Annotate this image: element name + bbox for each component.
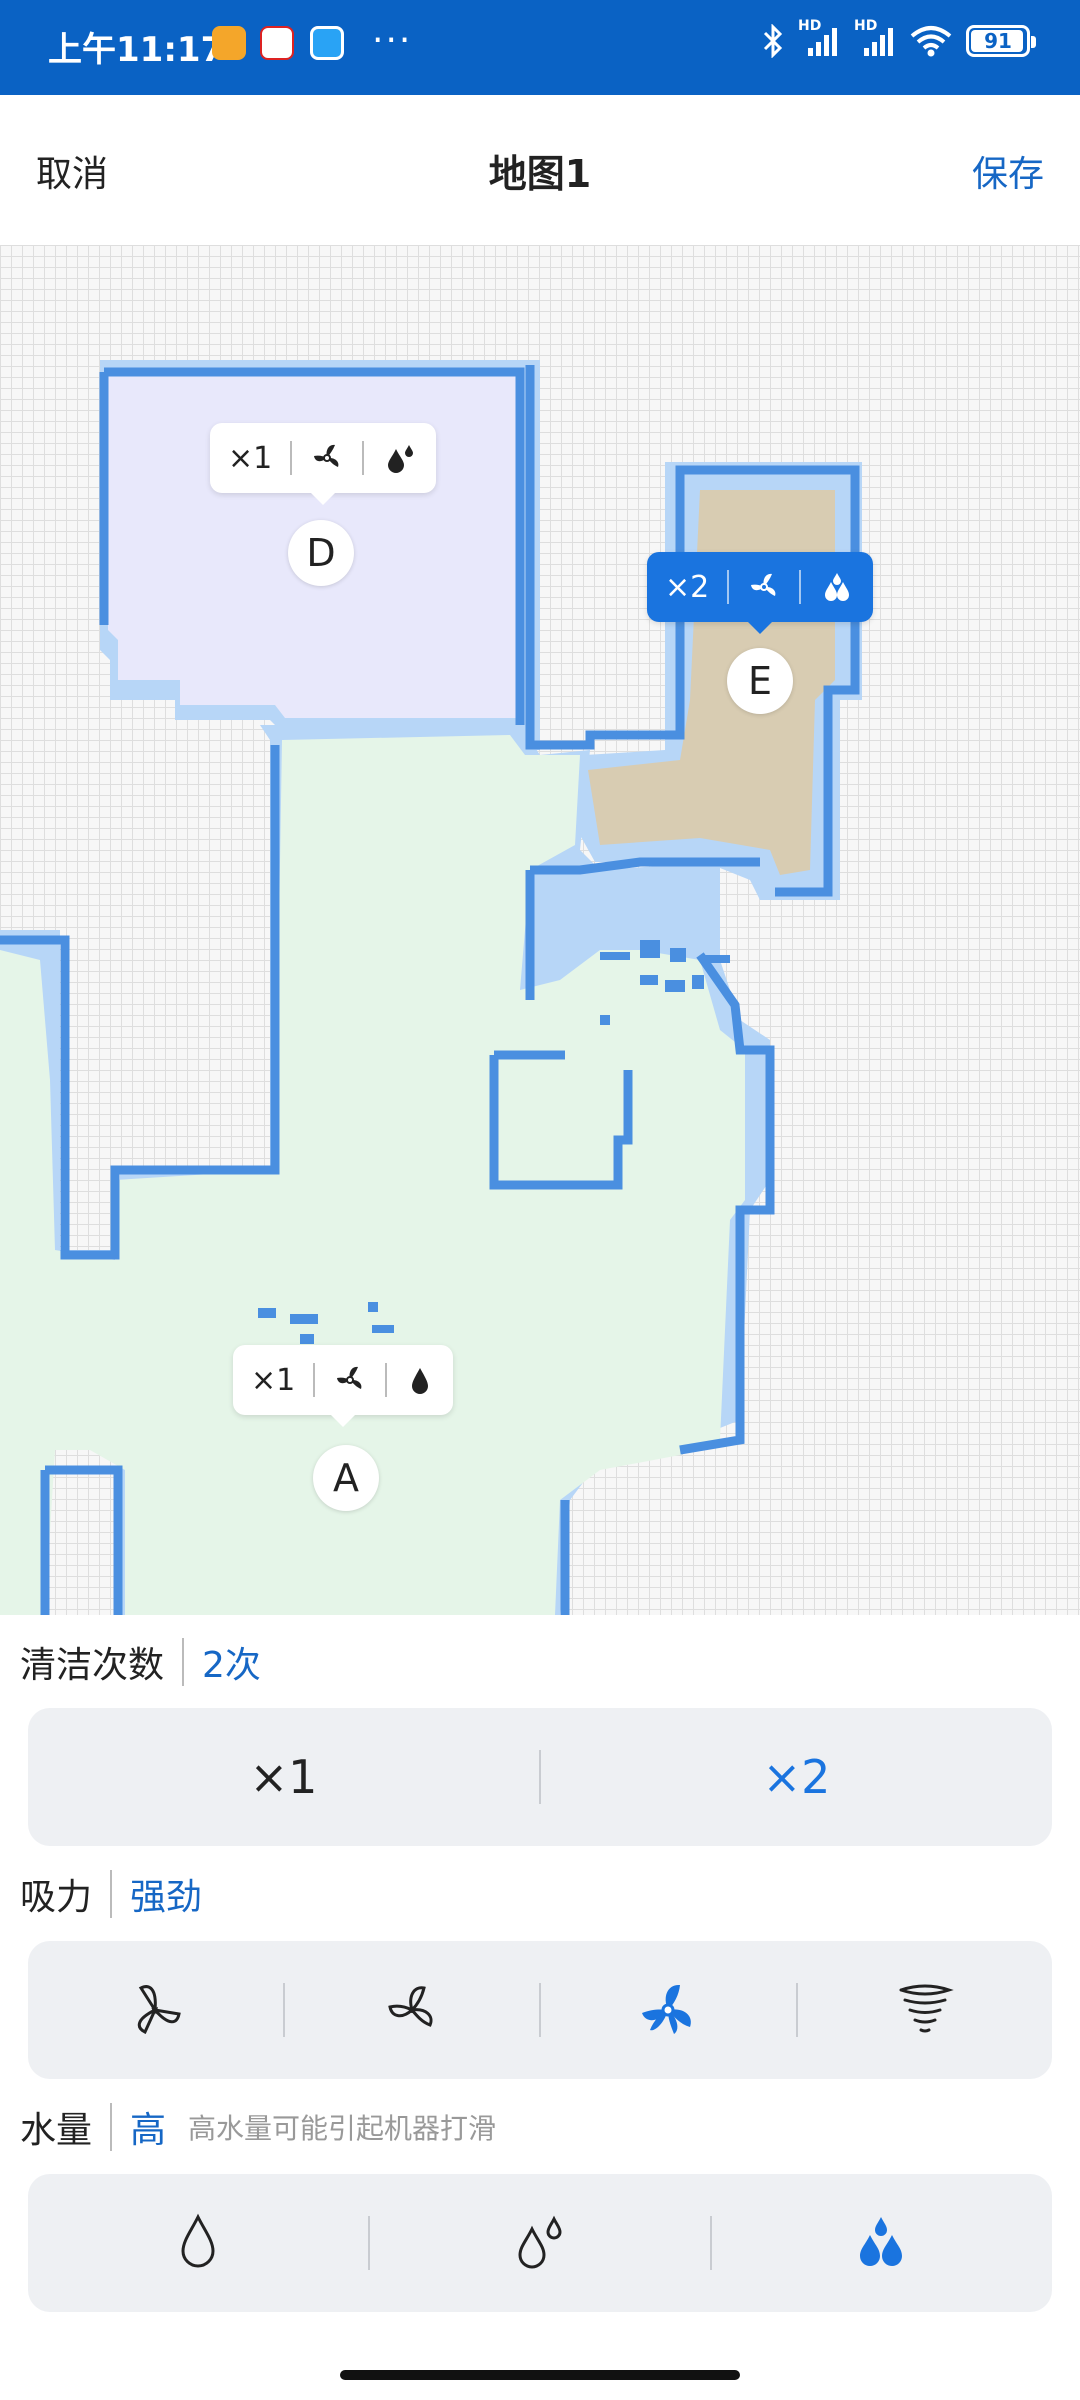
room-a-label[interactable]: A [313, 1445, 379, 1511]
room-e-times: ×2 [665, 569, 710, 605]
water-drop-low-icon [181, 2213, 215, 2268]
clean-times-value: 2次 [202, 1645, 261, 1686]
fan-icon [729, 552, 799, 622]
suction-option-max[interactable] [798, 1941, 1053, 2079]
water-label: 水量 [20, 2110, 93, 2151]
clean-times-selector: ×1 ×2 [28, 1708, 1052, 1846]
clean-times-label: 清洁次数 [20, 1645, 165, 1686]
notes-app-icon [212, 26, 246, 60]
suction-option-strong[interactable] [541, 1941, 796, 2079]
clean-times-option-1[interactable]: ×1 [28, 1708, 539, 1846]
page-title: 地图1 [488, 152, 592, 196]
battery-level: 91 [984, 29, 1012, 53]
room-e-settings-badge[interactable]: ×2 [647, 552, 874, 634]
water-drop-medium-icon [364, 423, 436, 493]
water-option-low[interactable] [28, 2174, 368, 2312]
max-tornado-icon [899, 1984, 954, 2033]
room-a-settings-badge[interactable]: ×1 [233, 1345, 454, 1427]
save-button[interactable]: 保存 [972, 145, 1044, 197]
strong-fan-icon [642, 1984, 692, 2034]
bluetooth-icon [763, 24, 783, 58]
suction-label: 吸力 [20, 1877, 93, 1918]
clean-times-header: 清洁次数 2次 [20, 1632, 261, 1692]
water-option-high[interactable] [712, 2174, 1052, 2312]
status-time: 上午11:17 [48, 30, 225, 70]
fan-icon [292, 423, 362, 493]
message-app-icon [310, 26, 344, 60]
signal-icon-1: HD [798, 18, 840, 58]
top-bar: 取消 地图1 保存 [0, 95, 1080, 245]
water-drop-medium-icon [518, 2215, 562, 2269]
fan-icon [315, 1345, 385, 1415]
water-value: 高 [130, 2110, 167, 2151]
room-a-times: ×1 [251, 1362, 296, 1398]
quiet-fan-icon [138, 1985, 182, 2035]
map-floorplan [0, 360, 862, 1615]
status-bar: 上午11:17 ··· HD HD 91 [0, 0, 1080, 95]
suction-header: 吸力 强劲 [20, 1864, 202, 1924]
suction-option-standard[interactable] [285, 1941, 540, 2079]
water-drop-high-icon [860, 2217, 902, 2266]
water-drop-high-icon [801, 552, 873, 622]
water-option-medium[interactable] [370, 2174, 710, 2312]
signal-icon-2: HD [854, 18, 896, 58]
room-d-settings-badge[interactable]: ×1 [210, 423, 437, 505]
map-canvas[interactable]: ×1 D ×2 E ×1 A [0, 245, 1080, 1615]
clean-times-option-2[interactable]: ×2 [541, 1708, 1052, 1846]
water-selector [28, 2174, 1052, 2312]
suction-option-quiet[interactable] [28, 1941, 283, 2079]
water-header: 水量 高 高水量可能引起机器打滑 [20, 2097, 496, 2157]
room-e-label[interactable]: E [727, 648, 793, 714]
room-d-times: ×1 [228, 440, 273, 476]
suction-value: 强劲 [130, 1877, 203, 1918]
water-drop-low-icon [387, 1345, 453, 1415]
battery-icon: 91 [966, 25, 1036, 57]
room-d-label[interactable]: D [288, 520, 354, 586]
wifi-icon [910, 26, 952, 57]
standard-fan-icon [387, 1986, 433, 2027]
suction-selector [28, 1941, 1052, 2079]
sina-app-icon [260, 26, 294, 60]
room-e-area [588, 490, 835, 875]
water-hint: 高水量可能引起机器打滑 [188, 2112, 497, 2145]
home-indicator[interactable] [340, 2370, 740, 2380]
more-notifications-icon: ··· [372, 20, 413, 61]
